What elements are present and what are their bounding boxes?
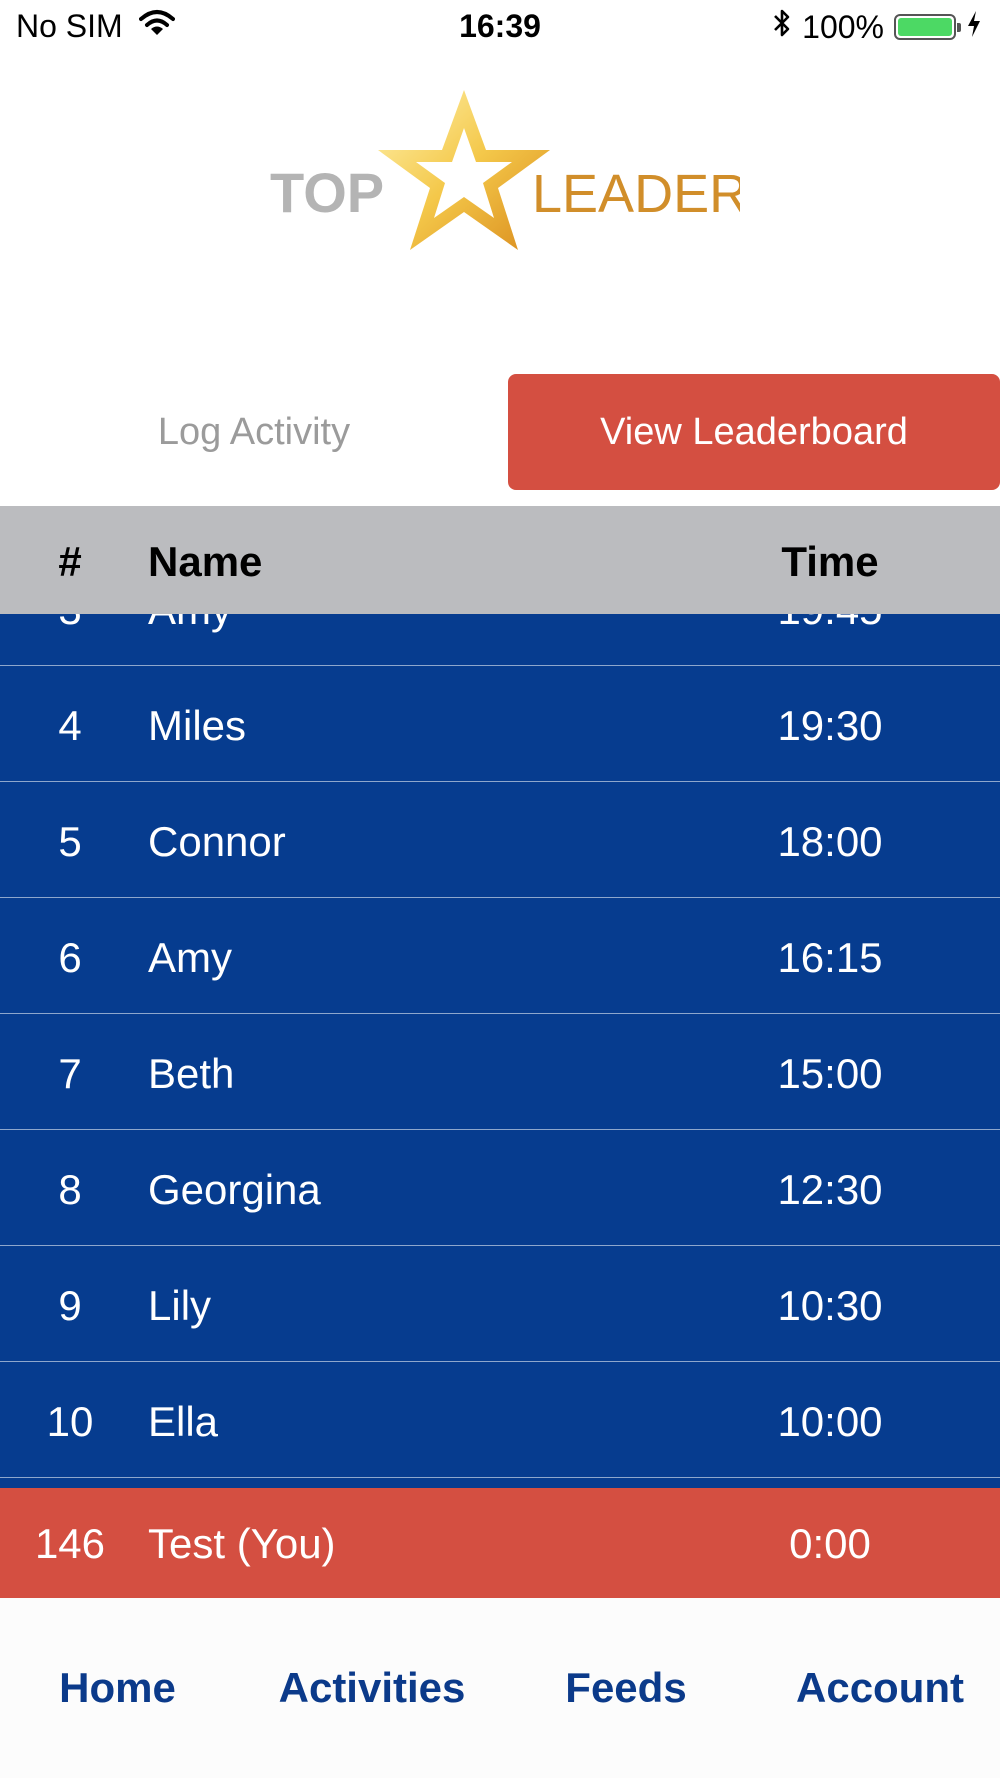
row-time: 19:30 [777, 702, 883, 749]
current-user-time: 0:00 [789, 1520, 871, 1567]
tab-feeds[interactable]: Feeds [540, 1664, 712, 1712]
status-right: 100% [772, 8, 982, 46]
row-rank: 8 [58, 1166, 82, 1213]
bottom-tab-bar: Home Activities Feeds Account [0, 1598, 1000, 1778]
row-time: 10:00 [777, 1398, 883, 1445]
battery-percent: 100% [802, 8, 884, 45]
logo-word-top: TOP [270, 161, 384, 224]
row-name: Beth [148, 1050, 235, 1097]
row-time: 18:00 [777, 818, 883, 865]
row-rank: 9 [58, 1282, 82, 1329]
table-row[interactable]: 3 Amy 19:45 [0, 614, 1000, 666]
top-leader-logo: TOP LEADER [260, 88, 740, 268]
battery-fill [898, 18, 952, 36]
charging-icon [966, 9, 982, 46]
logo-word-leader: LEADER [532, 164, 740, 224]
row-rank: 5 [58, 818, 82, 865]
tab-activities[interactable]: Activities [262, 1664, 482, 1712]
leaderboard-header: # Name Time [0, 506, 1000, 614]
battery-icon [894, 14, 961, 40]
table-row[interactable]: 7 Beth 15:00 [0, 1014, 1000, 1130]
row-time: 19:45 [740, 614, 920, 634]
row-time: 10:30 [777, 1282, 883, 1329]
header-rank: # [58, 538, 82, 585]
table-row[interactable]: 6 Amy 16:15 [0, 898, 1000, 1014]
row-rank: 4 [58, 702, 82, 749]
table-row[interactable]: 5 Connor 18:00 [0, 782, 1000, 898]
row-name: Amy [148, 934, 232, 981]
tab-account[interactable]: Account [782, 1664, 978, 1712]
table-row[interactable]: 4 Miles 19:30 [0, 666, 1000, 782]
bluetooth-icon [772, 8, 792, 46]
table-row[interactable]: 8 Georgina 12:30 [0, 1130, 1000, 1246]
status-bar: No SIM 16:39 100% [0, 0, 1000, 56]
current-user-rank: 146 [34, 1520, 106, 1567]
row-name: Amy [148, 614, 232, 634]
header-time: Time [781, 538, 879, 585]
log-activity-tab[interactable]: Log Activity [0, 374, 508, 490]
star-icon [378, 90, 550, 250]
row-name: Connor [148, 818, 286, 865]
leaderboard-list[interactable]: 3 Amy 19:45 4 Miles 19:30 5 Connor 18:00… [0, 614, 1000, 1488]
row-name: Lily [148, 1282, 212, 1329]
row-rank: 3 [0, 614, 140, 634]
table-row[interactable]: 10 Ella 10:00 [0, 1362, 1000, 1478]
row-time: 15:00 [777, 1050, 883, 1097]
current-user-row[interactable]: 146 Test (You) 0:00 [0, 1488, 1000, 1598]
row-rank: 7 [58, 1050, 82, 1097]
header-name: Name [148, 538, 263, 585]
row-name: Georgina [148, 1166, 321, 1213]
tab-home[interactable]: Home [30, 1664, 205, 1712]
row-rank: 10 [46, 1398, 94, 1445]
view-leaderboard-tab[interactable]: View Leaderboard [508, 374, 1000, 490]
row-name: Miles [148, 702, 247, 749]
row-name: Ella [148, 1398, 219, 1445]
row-time: 16:15 [777, 934, 883, 981]
row-time: 12:30 [777, 1166, 883, 1213]
row-rank: 6 [58, 934, 82, 981]
table-row[interactable]: 9 Lily 10:30 [0, 1246, 1000, 1362]
current-user-name: Test (You) [148, 1520, 336, 1567]
